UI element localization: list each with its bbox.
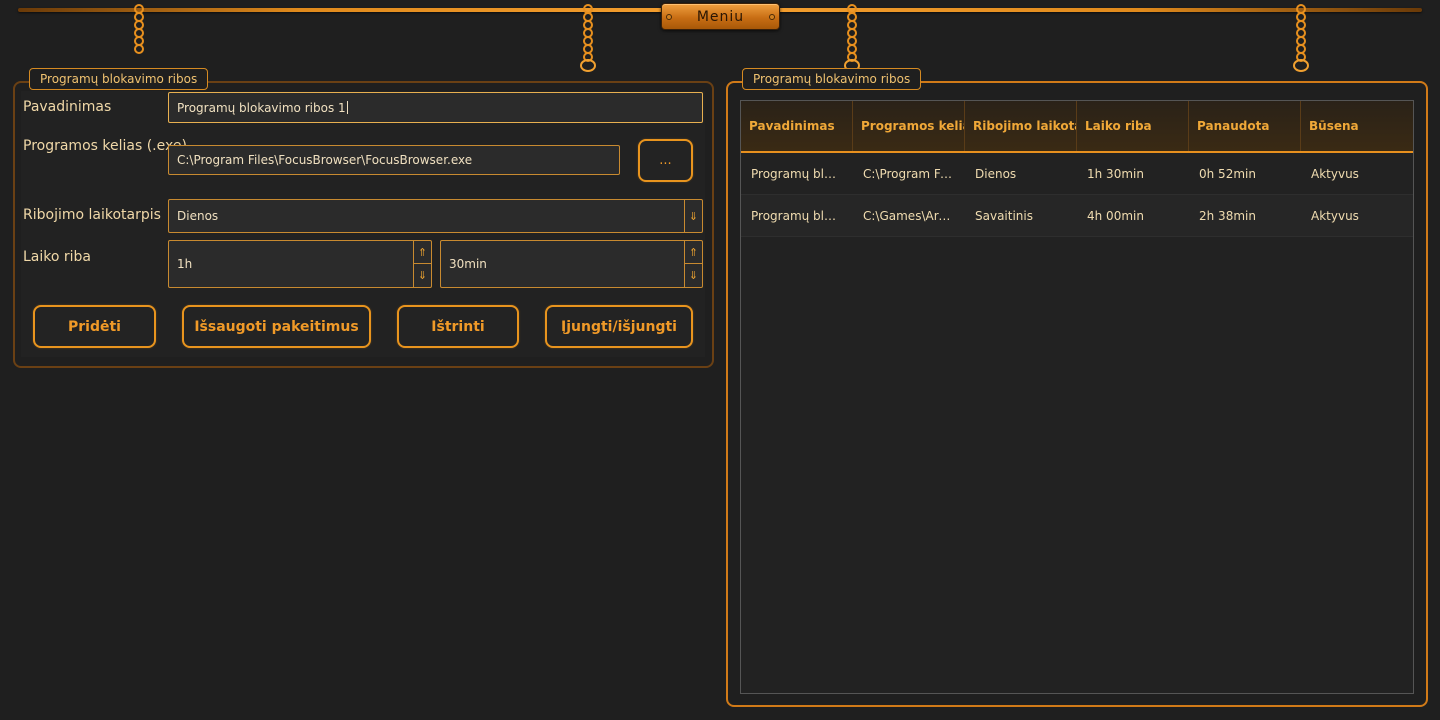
name-input[interactable]: Programų blokavimo ribos 1 (168, 92, 703, 123)
column-header-name[interactable]: Pavadinimas (741, 101, 853, 151)
limits-table: Pavadinimas Programos kelias ( Ribojimo … (740, 100, 1414, 694)
column-header-status[interactable]: Būsena (1301, 101, 1413, 151)
cell-used: 0h 52min (1189, 153, 1301, 194)
chain-decoration (131, 4, 147, 54)
chevron-down-icon[interactable]: ⇓ (684, 200, 702, 232)
rivet-icon (666, 14, 672, 20)
cell-text: C:\Games\Arca... (863, 208, 955, 223)
cell-path: C:\Games\Arca... (853, 195, 965, 236)
chain-decoration (844, 4, 860, 72)
cell-text: Programų blok... (751, 166, 843, 181)
text-caret (346, 101, 348, 114)
period-select-value: Dienos (177, 209, 219, 223)
cell-limit: 4h 00min (1077, 195, 1189, 236)
table-row[interactable]: Programų blok... C:\Program File... Dien… (741, 153, 1413, 195)
hours-value: 1h (177, 257, 193, 271)
toggle-button[interactable]: Įjungti/išjungti (545, 305, 693, 348)
cell-name: Programų blok... (741, 195, 853, 236)
hours-spinner[interactable]: 1h ⇑ ⇓ (168, 240, 432, 288)
table-row[interactable]: Programų blok... C:\Games\Arca... Savait… (741, 195, 1413, 237)
column-header-path[interactable]: Programos kelias ( (853, 101, 965, 151)
menu-label: Meniu (696, 9, 745, 25)
cell-status: Aktyvus (1301, 195, 1413, 236)
column-header-used[interactable]: Panaudota (1189, 101, 1301, 151)
column-header-period[interactable]: Ribojimo laikotarp (965, 101, 1077, 151)
period-label: Ribojimo laikotarpis (23, 207, 161, 223)
cell-text: 0h 52min (1199, 166, 1256, 181)
delete-button[interactable]: Ištrinti (397, 305, 519, 348)
table-header: Pavadinimas Programos kelias ( Ribojimo … (741, 101, 1413, 153)
path-input[interactable]: C:\Program Files\FocusBrowser\FocusBrows… (168, 145, 620, 175)
cell-period: Dienos (965, 153, 1077, 194)
period-select[interactable]: Dienos ⇓ (168, 199, 703, 233)
cell-text: Savaitinis (975, 208, 1033, 223)
cell-text: Dienos (975, 166, 1017, 181)
cell-path: C:\Program File... (853, 153, 965, 194)
column-header-limit[interactable]: Laiko riba (1077, 101, 1189, 151)
name-label: Pavadinimas (23, 99, 112, 115)
path-label: Programos kelias (.exe) (23, 138, 187, 154)
spin-up-icon[interactable]: ⇑ (413, 241, 431, 264)
cell-text: Aktyvus (1311, 208, 1359, 223)
cell-period: Savaitinis (965, 195, 1077, 236)
rivet-icon (769, 14, 775, 20)
save-button[interactable]: Išsaugoti pakeitimus (182, 305, 371, 348)
cell-text: 4h 00min (1087, 208, 1144, 223)
chain-decoration (1293, 4, 1309, 72)
cell-limit: 1h 30min (1077, 153, 1189, 194)
minutes-value: 30min (449, 257, 487, 271)
name-input-value: Programų blokavimo ribos 1 (177, 100, 346, 115)
path-input-value: C:\Program Files\FocusBrowser\FocusBrows… (177, 153, 473, 167)
cell-text: 2h 38min (1199, 208, 1256, 223)
spin-down-icon[interactable]: ⇓ (684, 264, 702, 287)
group-title: Programų blokavimo ribos (29, 68, 209, 90)
menu-button[interactable]: Meniu (661, 3, 780, 30)
cell-used: 2h 38min (1189, 195, 1301, 236)
cell-text: C:\Program File... (863, 166, 955, 181)
cell-name: Programų blok... (741, 153, 853, 194)
chain-decoration (580, 4, 596, 72)
group-title: Programų blokavimo ribos (742, 68, 922, 90)
spin-up-icon[interactable]: ⇑ (684, 241, 702, 264)
add-button[interactable]: Pridėti (33, 305, 156, 348)
minutes-spinner[interactable]: 30min ⇑ ⇓ (440, 240, 703, 288)
cell-text: Aktyvus (1311, 166, 1359, 181)
browse-button[interactable]: ... (638, 139, 693, 182)
limit-label: Laiko riba (23, 249, 92, 265)
cell-text: 1h 30min (1087, 166, 1144, 181)
spin-down-icon[interactable]: ⇓ (413, 264, 431, 287)
cell-text: Programų blok... (751, 208, 843, 223)
cell-status: Aktyvus (1301, 153, 1413, 194)
